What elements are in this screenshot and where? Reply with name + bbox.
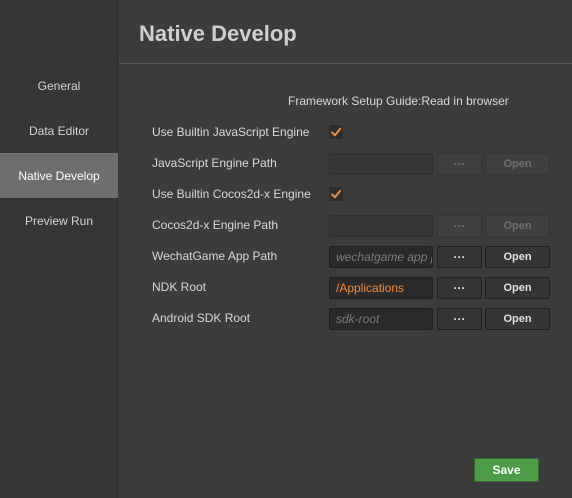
android-sdk-root-label: Android SDK Root	[152, 311, 251, 325]
sidebar-item-data-editor[interactable]: Data Editor	[0, 108, 118, 153]
js-engine-path-label: JavaScript Engine Path	[152, 156, 277, 170]
ndk-root-label: NDK Root	[152, 280, 207, 294]
save-button[interactable]: Save	[474, 458, 539, 482]
android-sdk-root-placeholder: sdk-root	[336, 312, 380, 326]
sidebar: General Data Editor Native Develop Previ…	[0, 0, 118, 498]
ndk-root-field[interactable]: /Applications	[329, 277, 433, 299]
sidebar-item-label: Native Develop	[18, 168, 100, 183]
sidebar-item-general[interactable]: General	[0, 63, 118, 108]
sidebar-item-native-develop[interactable]: Native Develop	[0, 153, 118, 198]
page-title: Native Develop	[139, 21, 297, 46]
wechat-app-path-field[interactable]: wechatgame app path	[329, 246, 433, 268]
ndk-root-open-button[interactable]: Open	[485, 277, 550, 299]
js-engine-path-field[interactable]	[329, 153, 433, 175]
title-divider	[119, 63, 572, 64]
wechat-app-path-browse-button[interactable]: ···	[437, 246, 482, 268]
sidebar-item-label: Preview Run	[24, 213, 94, 228]
use-builtin-cocos-label: Use Builtin Cocos2d-x Engine	[152, 187, 311, 201]
use-builtin-cocos-checkbox[interactable]	[329, 187, 343, 201]
sidebar-item-label: Data Editor	[28, 123, 90, 138]
cocos-engine-path-browse-button[interactable]: ···	[437, 215, 482, 237]
android-sdk-root-field[interactable]: sdk-root	[329, 308, 433, 330]
settings-panel: Native Develop Framework Setup Guide:Rea…	[119, 0, 572, 498]
checkmark-icon	[331, 127, 342, 137]
wechat-app-path-label: WechatGame App Path	[152, 249, 278, 263]
cocos-engine-path-label: Cocos2d-x Engine Path	[152, 218, 279, 232]
use-builtin-js-label: Use Builtin JavaScript Engine	[152, 125, 310, 139]
wechat-app-path-open-button[interactable]: Open	[485, 246, 550, 268]
framework-setup-guide-link[interactable]: Framework Setup Guide:Read in browser	[288, 94, 509, 108]
use-builtin-js-checkbox[interactable]	[329, 125, 343, 139]
android-sdk-root-open-button[interactable]: Open	[485, 308, 550, 330]
cocos-engine-path-open-button[interactable]: Open	[485, 215, 550, 237]
android-sdk-root-browse-button[interactable]: ···	[437, 308, 482, 330]
sidebar-item-label: General	[37, 78, 81, 93]
wechat-app-path-placeholder: wechatgame app path	[336, 250, 432, 264]
ndk-root-browse-button[interactable]: ···	[437, 277, 482, 299]
cocos-engine-path-field[interactable]	[329, 215, 433, 237]
ndk-root-value: /Applications	[336, 281, 405, 295]
js-engine-path-open-button[interactable]: Open	[485, 153, 550, 175]
js-engine-path-browse-button[interactable]: ···	[437, 153, 482, 175]
sidebar-item-preview-run[interactable]: Preview Run	[0, 198, 118, 243]
checkmark-icon	[331, 189, 342, 199]
